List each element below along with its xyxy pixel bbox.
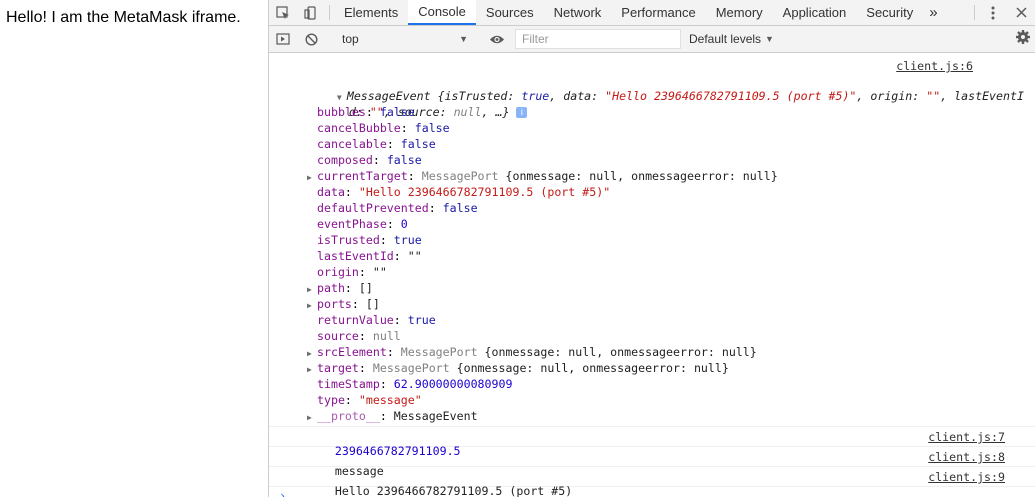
- prop-srcElement[interactable]: ▶ srcElement: MessagePort {onmessage: nul…: [293, 344, 1003, 360]
- prop-proto[interactable]: ▶ __proto__: MessageEvent: [293, 408, 1003, 424]
- prop-data: data: "Hello 2396466782791109.5 (port #5…: [317, 185, 611, 199]
- prop-target[interactable]: ▶ target: MessagePort {onmessage: null, o…: [293, 360, 1003, 376]
- tab-application[interactable]: Application: [773, 0, 857, 25]
- close-devtools-icon[interactable]: [1007, 7, 1035, 18]
- tabbar-right-controls: [970, 0, 1035, 25]
- collapsed-triangle-icon: ▶: [307, 365, 312, 374]
- console-prompt-icon: ›: [279, 489, 287, 497]
- prop-origin: origin: "": [317, 265, 387, 279]
- source-link[interactable]: client.js:6: [896, 58, 973, 74]
- prop-type: type: "message": [317, 393, 422, 407]
- console-message-messageevent: client.js:6 ▼ MessageEvent {isTrusted: tr…: [269, 54, 1035, 427]
- console-message: Hello 2396466782791109.5 (port #5) clien…: [269, 467, 1035, 497]
- console-settings-gear-icon[interactable]: [1015, 29, 1031, 50]
- prop-timeStamp: timeStamp: 62.90000000080909: [317, 377, 513, 391]
- prop-source: source: null: [317, 329, 401, 343]
- collapsed-triangle-icon: ▶: [307, 301, 312, 310]
- log-levels-label: Default levels: [689, 32, 762, 46]
- prop-lastEventId: lastEventId: "": [317, 249, 422, 263]
- prop-cancelBubble: cancelBubble: false: [317, 121, 450, 135]
- devtools-tabbar: Elements Console Sources Network Perform…: [269, 0, 1035, 26]
- prop-cancelable: cancelable: false: [317, 137, 436, 151]
- log-levels-dropdown[interactable]: Default levels ▼: [689, 32, 774, 46]
- tab-console[interactable]: Console: [408, 0, 476, 25]
- info-icon[interactable]: i: [516, 107, 528, 118]
- prop-bubbles: bubbles: false: [317, 105, 415, 119]
- iframe-page: Hello! I am the MetaMask iframe.: [0, 0, 268, 497]
- chevron-down-icon: ▼: [459, 34, 468, 44]
- tab-elements[interactable]: Elements: [334, 0, 408, 25]
- prop-path[interactable]: ▶ path: []: [293, 280, 1003, 296]
- devtools-panel: Elements Console Sources Network Perform…: [268, 0, 1035, 497]
- prop-isTrusted: isTrusted: true: [317, 233, 422, 247]
- tabbar-divider: [329, 5, 330, 20]
- source-link[interactable]: client.js:9: [928, 470, 1005, 484]
- tab-memory[interactable]: Memory: [706, 0, 773, 25]
- console-message: 2396466782791109.5 client.js:7: [269, 427, 1035, 458]
- console-prompt-line[interactable]: ›: [269, 487, 1035, 497]
- collapsed-triangle-icon: ▶: [307, 173, 312, 182]
- live-expression-eye-icon[interactable]: [483, 34, 511, 45]
- prop-returnValue: returnValue: true: [317, 313, 436, 327]
- prop-currentTarget[interactable]: ▶ currentTarget: MessagePort {onmessage: …: [293, 168, 1003, 184]
- filter-input[interactable]: Filter: [515, 29, 681, 49]
- prop-eventPhase: eventPhase: 0: [317, 217, 408, 231]
- context-selector-value: top: [342, 32, 359, 46]
- prop-ports[interactable]: ▶ ports: []: [293, 296, 1003, 312]
- sidebar-toggle-icon[interactable]: [269, 33, 297, 45]
- tab-security[interactable]: Security: [856, 0, 923, 25]
- collapsed-triangle-icon: ▶: [307, 413, 312, 422]
- tab-network[interactable]: Network: [544, 0, 612, 25]
- chevron-down-icon: ▼: [765, 34, 774, 44]
- iframe-greeting: Hello! I am the MetaMask iframe.: [6, 9, 241, 26]
- prop-defaultPrevented: defaultPrevented: false: [317, 201, 478, 215]
- tabbar-divider: [974, 5, 975, 20]
- more-tabs-button[interactable]: »: [923, 0, 943, 25]
- tab-performance[interactable]: Performance: [611, 0, 705, 25]
- source-link[interactable]: client.js:7: [928, 430, 1005, 444]
- kebab-menu-icon[interactable]: [979, 6, 1007, 20]
- console-output: client.js:6 ▼ MessageEvent {isTrusted: tr…: [269, 54, 1035, 497]
- event-summary[interactable]: ▼ MessageEvent {isTrusted: true, data: "H…: [281, 72, 1024, 103]
- device-toolbar-icon[interactable]: [297, 0, 325, 25]
- tab-sources[interactable]: Sources: [476, 0, 544, 25]
- inspect-element-icon[interactable]: [269, 0, 297, 25]
- source-link[interactable]: client.js:8: [928, 450, 1005, 464]
- context-selector[interactable]: top ▼: [336, 29, 474, 50]
- console-toolbar: top ▼ Filter Default levels ▼: [269, 26, 1035, 53]
- console-message: message client.js:8: [269, 447, 1035, 478]
- clear-console-icon[interactable]: [297, 32, 325, 46]
- prop-composed: composed: false: [317, 153, 422, 167]
